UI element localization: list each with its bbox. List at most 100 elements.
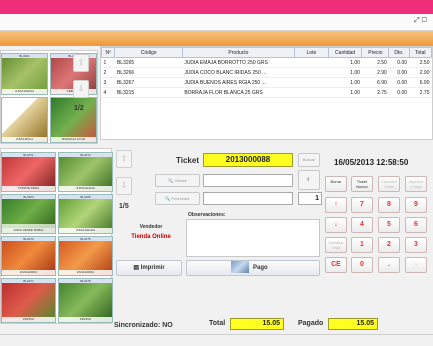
product-card[interactable]: BORRAJA FLOR [50, 97, 97, 143]
page-up-button[interactable]: ⇧ [73, 54, 89, 72]
print-code-button[interactable]: Imprimir Código [405, 176, 427, 192]
cell-code: BL3265 [114, 57, 183, 68]
keypad-2[interactable]: 2 [378, 237, 400, 253]
client-field[interactable] [203, 174, 293, 187]
table-row[interactable]: 1 BL3265 JUDIA EMAJA BORROTTO 250 GRS 1.… [101, 57, 432, 68]
product-code: BL3271 [2, 153, 55, 157]
keypad-1[interactable]: 1 [351, 237, 373, 253]
quantity-field[interactable]: 1 [298, 192, 322, 205]
keypad-up-button[interactable]: ↑ [325, 197, 347, 213]
products-grid: BL3271 TOMATE PERA BL3272 JUDIA ENAJA BL… [0, 148, 113, 324]
keypad-5[interactable]: 5 [378, 217, 400, 233]
vendor-label: Vendedor [139, 224, 163, 230]
product-code: BL3263 [2, 195, 55, 199]
product-card[interactable]: BL3270 ZANAHORIA [1, 236, 56, 276]
col-header-code[interactable]: Código [114, 47, 183, 58]
col-header-price[interactable]: Precio [361, 47, 390, 58]
cell-product: JUDIA BUENOS AIRES RGIA 250 ... [182, 77, 295, 88]
client-button[interactable]: 🔍 Cliente [155, 174, 200, 187]
ticket-label: Ticket [176, 156, 199, 165]
grid-page-up-button[interactable]: ⇧ [116, 150, 132, 168]
cell-number: 1 [101, 57, 115, 68]
app-title-bar [0, 0, 433, 14]
product-name: ZANAHORIA [59, 270, 112, 275]
refresh-icon: ◐ [305, 174, 313, 185]
keypad-down-button[interactable]: ↓ [325, 217, 347, 233]
cell-lot [294, 67, 329, 78]
product-card[interactable]: BL3271 TOMATE PERA [1, 152, 56, 192]
keypad-4[interactable]: 4 [351, 217, 373, 233]
product-card[interactable]: BL3277 PEPINO [1, 278, 56, 323]
table-row[interactable]: 4 BL3215 BORRAJA FLOR BLANCA 25 GRS 1.00… [101, 87, 432, 98]
cell-quantity: 1.00 [328, 77, 362, 88]
keypad-0[interactable]: 0 [351, 257, 373, 273]
cell-code: BL3267 [114, 77, 183, 88]
col-header-number[interactable]: Nº [100, 47, 116, 58]
cash-register-icon [231, 261, 249, 274]
product-card[interactable]: BL3272 JUDIA ENAJA [58, 152, 113, 192]
datetime-display: 16/05/2013 12:58:50 [334, 158, 409, 167]
cell-lot [294, 57, 329, 68]
pay-button-label: Pago [253, 265, 268, 271]
product-code: BL3275 [59, 237, 112, 241]
print-button-label: Imprimir [140, 265, 165, 271]
product-card[interactable]: BL3275 ZANAHORIA [58, 236, 113, 276]
keypad-7[interactable]: 7 [351, 197, 373, 213]
col-header-lot[interactable]: Lote [294, 47, 329, 58]
client-button-label: Cliente [174, 178, 187, 183]
supplier-button[interactable]: 🔍 Proveedor [155, 192, 200, 205]
keypad-8[interactable]: 8 [378, 197, 400, 213]
chevron-up-icon: ⇧ [120, 154, 128, 163]
cell-discount: 0.00 [388, 87, 410, 98]
col-header-product[interactable]: Producto [181, 47, 296, 58]
keypad-3[interactable]: 3 [405, 237, 427, 253]
change-view-button[interactable]: Cambiar Vista [325, 237, 347, 253]
col-header-discount[interactable]: Dto. [388, 47, 410, 58]
product-card[interactable]: JUDIA BOLA [1, 97, 48, 143]
observations-textarea[interactable] [186, 219, 320, 257]
refresh-button[interactable]: ◐ [298, 170, 320, 190]
product-name: JUDIA HELDA [59, 228, 112, 233]
table-row[interactable]: 2 BL3266 JUDIA COCO BLANC IRIDAS 250 ...… [101, 67, 432, 78]
cell-product: JUDIA EMAJA BORROTTO 250 GRS [182, 57, 295, 68]
table-row[interactable]: 3 BL3267 JUDIA BUENOS AIRES RGIA 250 ...… [101, 77, 432, 88]
ticket-search-button[interactable]: Buscar [298, 153, 320, 167]
pay-button[interactable]: Pago [186, 260, 320, 276]
cell-quantity: 1.00 [328, 87, 362, 98]
product-code: BL3278 [59, 279, 112, 283]
sync-label: Sincronizado: [114, 322, 161, 329]
total-value: 15.05 [230, 318, 284, 330]
erase-button[interactable]: Borrar [325, 176, 347, 192]
keypad-ce[interactable]: CE [325, 257, 347, 273]
new-ticket-button[interactable]: Ticket Nuevo [351, 176, 373, 192]
cell-code: BL3266 [114, 67, 183, 78]
supplier-field[interactable] [203, 192, 293, 205]
chevron-up-icon: ⇧ [77, 58, 85, 67]
product-card[interactable]: BL3265 JUDIA HELDA [58, 194, 113, 234]
page-down-button[interactable]: ⇩ [73, 80, 89, 98]
product-code: BL3201 [2, 54, 47, 58]
cell-number: 2 [101, 67, 115, 78]
cell-lot [294, 87, 329, 98]
ticket-number: 2013000088 [203, 153, 293, 167]
top-page-indicator: 1/2 [74, 105, 84, 112]
cell-discount: 0.00 [388, 77, 410, 88]
cell-number: 4 [101, 87, 115, 98]
col-header-total[interactable]: Total [408, 47, 433, 58]
cell-product: BORRAJA FLOR BLANCA 25 GRS [182, 87, 295, 98]
print-button[interactable]: ▤ Imprimir [116, 260, 182, 276]
grid-page-down-button[interactable]: ⇩ [116, 177, 132, 195]
cell-total: 2.90 [409, 67, 432, 78]
product-card[interactable]: BL3263 JUDIA VERDE BOBAL [1, 194, 56, 234]
cell-discount: 0.00 [388, 67, 410, 78]
product-card[interactable]: BL3201 JUDIA EMAJA [1, 53, 48, 95]
cancel-ticket-button[interactable]: Cancelar Ticket [378, 176, 400, 192]
keypad-6[interactable]: 6 [405, 217, 427, 233]
keypad-dot[interactable]: . [378, 257, 400, 273]
window-controls-icon[interactable]: ⤢ ▢ [414, 17, 427, 25]
cell-quantity: 1.00 [328, 57, 362, 68]
keypad-9[interactable]: 9 [405, 197, 427, 213]
product-card[interactable]: BL3278 PEPINO [58, 278, 113, 323]
keypad-minus[interactable]: - [405, 257, 427, 273]
col-header-quantity[interactable]: Cantidad [327, 47, 363, 58]
